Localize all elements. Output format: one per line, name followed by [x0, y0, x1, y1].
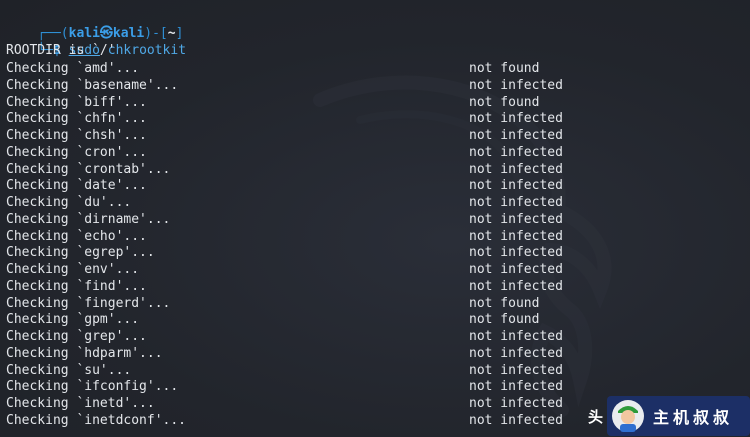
- output-row: Checking `hdparm'... not infected: [6, 345, 746, 362]
- terminal-window[interactable]: ┌──(kali㉿kali)-[~] └─$ sudo chkrootkit R…: [0, 0, 750, 437]
- check-label: Checking `gpm'...: [6, 312, 140, 328]
- check-status: not found: [469, 312, 540, 328]
- watermark-badge: 主机叔叔: [607, 396, 750, 436]
- output-row: Checking `find'... not infected: [6, 278, 746, 295]
- output-row: Checking `du'... not infected: [6, 194, 746, 211]
- check-label: Checking `egrep'...: [6, 245, 155, 261]
- check-status: not infected: [469, 178, 563, 194]
- output-row: Checking `fingerd'... not found: [6, 295, 746, 312]
- output-row: Checking `env'... not infected: [6, 261, 746, 278]
- check-status: not infected: [469, 128, 563, 143]
- check-status: not infected: [469, 211, 563, 227]
- check-status: not infected: [469, 228, 563, 244]
- check-status: not infected: [469, 362, 563, 378]
- check-label: Checking `inetdconf'...: [6, 412, 187, 428]
- output-row: Checking `ifconfig'... not infected: [6, 378, 746, 395]
- check-status: not infected: [469, 144, 563, 160]
- check-label: Checking `grep'...: [6, 329, 147, 344]
- check-label: Checking `ifconfig'...: [6, 379, 179, 395]
- check-label: Checking `fingerd'...: [6, 295, 171, 311]
- watermark-text: 主机叔叔: [653, 408, 734, 427]
- check-status: not infected: [469, 345, 563, 361]
- check-label: Checking `hdparm'...: [6, 345, 163, 361]
- check-status: not infected: [469, 412, 563, 428]
- output-row: Checking `chsh'... not infected: [6, 127, 746, 144]
- check-status: not infected: [469, 161, 563, 177]
- check-status: not infected: [469, 245, 563, 261]
- check-label: Checking `basename'...: [6, 77, 179, 93]
- output-row: Checking `amd'... not found: [6, 60, 746, 77]
- check-label: Checking `du'...: [6, 195, 132, 210]
- check-label: Checking `crontab'...: [6, 161, 171, 177]
- output-row: Checking `crontab'... not infected: [6, 161, 746, 178]
- check-label: Checking `chfn'...: [6, 111, 147, 127]
- check-label: Checking `su'...: [6, 362, 132, 378]
- check-status: not infected: [469, 77, 563, 93]
- output-row: Checking `su'... not infected: [6, 362, 746, 379]
- check-status: not infected: [469, 329, 563, 344]
- check-label: Checking `date'...: [6, 178, 147, 194]
- check-label: Checking `dirname'...: [6, 211, 171, 227]
- check-status: not infected: [469, 262, 563, 277]
- output-row: Checking `grep'... not infected: [6, 328, 746, 345]
- output-row: Checking `dirname'... not infected: [6, 211, 746, 228]
- check-label: Checking `biff'...: [6, 94, 147, 110]
- check-status: not infected: [469, 278, 563, 294]
- output-row: Checking `gpm'... not found: [6, 311, 746, 328]
- check-status: not found: [469, 94, 540, 110]
- check-status: not infected: [469, 379, 563, 395]
- watermark-head: 头: [588, 407, 604, 426]
- check-label: Checking `cron'...: [6, 144, 147, 160]
- check-status: not infected: [469, 195, 563, 210]
- check-status: not infected: [469, 396, 563, 411]
- check-status: not found: [469, 295, 540, 311]
- command-line[interactable]: └─$ sudo chkrootkit: [6, 27, 186, 58]
- output-row: Checking `basename'... not infected: [6, 77, 746, 94]
- watermark: 头 主机叔叔: [580, 395, 750, 437]
- check-label: Checking `env'...: [6, 262, 140, 277]
- check-label: Checking `find'...: [6, 278, 147, 294]
- command-text: chkrootkit: [107, 43, 187, 58]
- mascot-icon: [612, 400, 645, 432]
- output-row: Checking `chfn'... not infected: [6, 110, 746, 127]
- output-row: Checking `echo'... not infected: [6, 228, 746, 245]
- rootdir-line: ROOTDIR is `/': [6, 43, 116, 58]
- output-row: Checking `date'... not infected: [6, 177, 746, 194]
- output-row: Checking `biff'... not found: [6, 94, 746, 111]
- output-row: Checking `cron'... not infected: [6, 144, 746, 161]
- check-label: Checking `echo'...: [6, 228, 147, 244]
- check-status: not infected: [469, 111, 563, 127]
- prompt-header: ┌──(kali㉿kali)-[~]: [6, 10, 183, 41]
- check-label: Checking `chsh'...: [6, 128, 147, 143]
- check-label: Checking `inetd'...: [6, 396, 155, 411]
- check-status: not found: [469, 61, 540, 76]
- check-label: Checking `amd'...: [6, 61, 140, 76]
- output-row: Checking `egrep'... not infected: [6, 244, 746, 261]
